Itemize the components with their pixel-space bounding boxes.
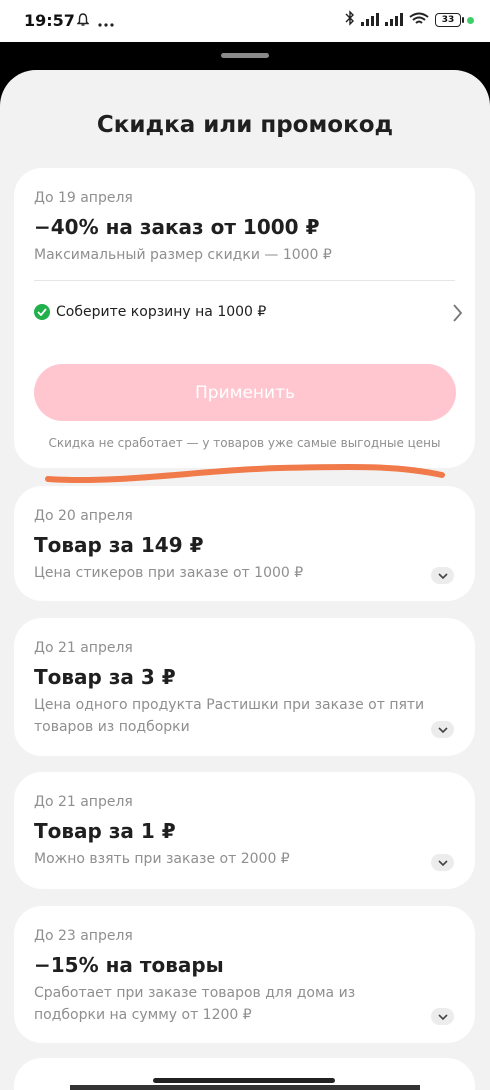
- status-time: 19:57: [24, 11, 75, 30]
- card-date: До 23 апреля: [34, 928, 133, 944]
- offer-description: Максимальный размер скидки — 1000 ₽: [34, 247, 332, 263]
- chevron-down-icon[interactable]: [431, 1008, 454, 1025]
- card-description: Сработает при заказе товаров для дома из…: [34, 985, 356, 1023]
- offer-note: Скидка не сработает — у товаров уже самы…: [48, 436, 441, 450]
- card-date: До 20 апреля: [34, 508, 133, 524]
- offer-card[interactable]: До 21 апреля Товар за 1 ₽ Можно взять пр…: [14, 772, 475, 889]
- check-icon: [34, 304, 50, 320]
- status-bar: 19:57 33: [0, 0, 490, 42]
- offer-card[interactable]: До 21 апреля Товар за 3 ₽ Цена одного пр…: [14, 618, 475, 756]
- offer-title: −40% на заказ от 1000 ₽: [34, 215, 320, 239]
- card-description: Можно взять при заказе от 2000 ₽: [34, 851, 290, 867]
- more-dots-icon: [98, 12, 114, 31]
- card-title: Товар за 3 ₽: [34, 665, 176, 689]
- chevron-down-icon[interactable]: [431, 854, 454, 871]
- card-description: Цена стикеров при заказе от 1000 ₽: [34, 565, 304, 581]
- card-title: −15% на товары: [34, 953, 224, 977]
- signal-icon-2: [385, 11, 403, 30]
- chevron-down-icon[interactable]: [431, 567, 454, 584]
- bluetooth-icon: [345, 10, 355, 30]
- bottom-sheet: Скидка или промокод До 19 апреля −40% на…: [0, 70, 490, 1090]
- condition-label: Соберите корзину на 1000 ₽: [56, 304, 267, 320]
- offer-card-active: До 19 апреля −40% на заказ от 1000 ₽ Мак…: [14, 168, 475, 468]
- navigation-bar: [70, 1085, 420, 1090]
- card-title: Товар за 149 ₽: [34, 533, 204, 557]
- sheet-title: Скидка или промокод: [96, 112, 394, 138]
- home-indicator[interactable]: [153, 1078, 335, 1083]
- chevron-down-icon[interactable]: [431, 721, 454, 738]
- offer-card[interactable]: До 20 апреля Товар за 149 ₽ Цена стикеро…: [14, 486, 475, 601]
- offer-card[interactable]: До 23 апреля −15% на товары Сработает пр…: [14, 906, 475, 1043]
- apply-button[interactable]: Применить: [34, 364, 456, 421]
- wifi-icon: [409, 11, 429, 30]
- battery-icon: 33: [435, 13, 464, 27]
- bell-icon: [76, 12, 90, 31]
- card-date: До 21 апреля: [34, 640, 133, 656]
- condition-row[interactable]: Соберите корзину на 1000 ₽: [34, 304, 266, 320]
- sheet-drag-handle[interactable]: [221, 53, 269, 58]
- privacy-dot-icon: [467, 16, 474, 24]
- chevron-right-icon[interactable]: [453, 304, 463, 326]
- card-description: Цена одного продукта Растишки при заказе…: [34, 697, 425, 735]
- divider: [34, 280, 455, 281]
- card-title: Товар за 1 ₽: [34, 819, 176, 843]
- offer-date: До 19 апреля: [34, 190, 133, 206]
- card-date: До 21 апреля: [34, 794, 133, 810]
- signal-icon: [361, 11, 379, 30]
